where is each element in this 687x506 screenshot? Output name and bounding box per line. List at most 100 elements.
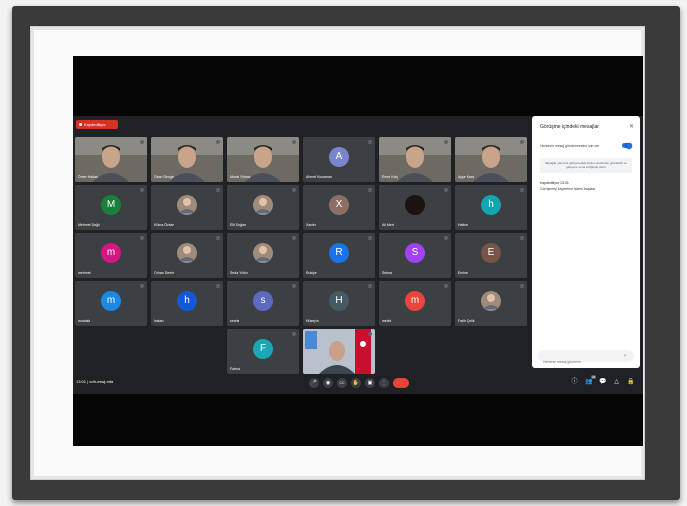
mic-off-icon	[292, 236, 296, 240]
mic-off-icon	[520, 188, 524, 192]
mic-off-icon	[444, 236, 448, 240]
participant-tile[interactable]: m mehmet	[75, 233, 147, 278]
participant-name: Elif Doğan	[230, 223, 247, 227]
present-icon[interactable]: ▣	[365, 378, 375, 388]
avatar: H	[329, 291, 349, 311]
participant-tile[interactable]: F Fatma	[227, 329, 299, 374]
mic-off-icon	[520, 140, 524, 144]
participant-tile[interactable]: Murat Yılmaz	[227, 137, 299, 182]
participant-tile[interactable]: Ayşe Kara	[455, 137, 527, 182]
participant-name: Kübra Özkan	[154, 223, 175, 227]
avatar: m	[101, 243, 121, 263]
mic-off-icon	[368, 236, 372, 240]
participant-tile[interactable]: Emre Kılıç	[379, 137, 451, 182]
participant-tile[interactable]: h hakan	[151, 281, 223, 326]
mic-off-icon	[368, 332, 372, 336]
participant-name: Selma	[382, 271, 392, 275]
participant-name: Rukiye	[306, 271, 317, 275]
mic-off-icon	[520, 236, 524, 240]
mic-off-icon	[444, 140, 448, 144]
activities-icon[interactable]: △	[613, 379, 620, 386]
participant-tile[interactable]: R Rukiye	[303, 233, 375, 278]
participant-tile[interactable]: s sevda	[227, 281, 299, 326]
avatar: s	[253, 291, 273, 311]
raise-hand-icon[interactable]: ✋	[351, 378, 361, 388]
info-icon[interactable]: ⓘ	[571, 379, 578, 386]
participant-name: Fatih Çelik	[458, 319, 475, 323]
participant-tile[interactable]: H Hüseyin	[303, 281, 375, 326]
mic-off-icon	[216, 140, 220, 144]
participant-name: mehmet	[78, 271, 91, 275]
mic-off-icon	[444, 188, 448, 192]
avatar: E	[481, 243, 501, 263]
mic-off-icon	[292, 284, 296, 288]
participant-tile[interactable]	[303, 329, 375, 374]
mic-off-icon	[216, 236, 220, 240]
participant-tile[interactable]: X Xavier	[303, 185, 375, 230]
people-icon[interactable]: 👥	[585, 379, 592, 386]
mic-off-icon	[140, 140, 144, 144]
avatar: m	[405, 291, 425, 311]
participant-tile[interactable]: M Mehmet Dağlı	[75, 185, 147, 230]
hang-up-button[interactable]	[393, 378, 409, 388]
participant-tile[interactable]: Ali Mert	[379, 185, 451, 230]
participant-name: sevda	[230, 319, 240, 323]
send-icon[interactable]: ➤	[623, 353, 629, 359]
mic-off-icon	[292, 332, 296, 336]
participant-tile[interactable]: Seda Yıldız	[227, 233, 299, 278]
video-feed	[303, 329, 375, 374]
participant-tile[interactable]: Orhan Demir	[151, 233, 223, 278]
participant-tile[interactable]: A Ahmet Kocaman	[303, 137, 375, 182]
participant-name: hakan	[154, 319, 164, 323]
avatar: S	[405, 243, 425, 263]
avatar: M	[101, 195, 121, 215]
participant-name: Ozan Gezgin	[154, 175, 175, 179]
participant-tile[interactable]: Elif Doğan	[227, 185, 299, 230]
camera-icon[interactable]: ◉	[323, 378, 333, 388]
participant-name: Fatma	[230, 367, 240, 371]
participant-tile[interactable]: h Hatice	[455, 185, 527, 230]
mic-off-icon	[292, 140, 296, 144]
participant-tile[interactable]: m melek	[379, 281, 451, 326]
participant-tile[interactable]: Ozan Gezgin	[151, 137, 223, 182]
avatar: A	[329, 147, 349, 167]
avatar: X	[329, 195, 349, 215]
captions-icon[interactable]: CC	[337, 378, 347, 388]
participant-tile[interactable]: m mustafa	[75, 281, 147, 326]
people-count-badge: 26	[591, 375, 597, 379]
chat-info: Mesajlar yalnızca görüşmedeki kişiler ta…	[540, 158, 632, 173]
chat-title: Görüşme içindeki mesajlar	[540, 124, 599, 130]
close-icon[interactable]: ✕	[629, 123, 634, 130]
participant-tile[interactable]: S Selma	[379, 233, 451, 278]
bottom-bar: 13:01 | odh-eswj-mfa 🎤 ◉ CC ✋ ▣ ⋮ ⓘ 👥 26…	[73, 374, 643, 392]
participant-tile[interactable]: Ömer Hakan	[75, 137, 147, 182]
chat-icon[interactable]: 💬	[599, 379, 606, 386]
participant-name: Ahmet Kocaman	[306, 175, 332, 179]
participant-name: Seda Yıldız	[230, 271, 248, 275]
avatar: h	[481, 195, 501, 215]
mic-off-icon	[216, 284, 220, 288]
allow-messages-toggle[interactable]	[622, 142, 632, 149]
record-icon	[79, 123, 82, 127]
participant-name: Murat Yılmaz	[230, 175, 251, 179]
chat-input[interactable]	[538, 355, 625, 369]
lock-icon[interactable]: 🔒	[627, 379, 634, 386]
more-options-icon[interactable]: ⋮	[379, 378, 389, 388]
participant-name: Ömer Hakan	[78, 175, 98, 179]
participant-name: Ayşe Kara	[458, 175, 475, 179]
mic-off-icon	[368, 284, 372, 288]
avatar: F	[253, 339, 273, 359]
avatar: R	[329, 243, 349, 263]
participant-tile[interactable]: E Emine	[455, 233, 527, 278]
mic-off-icon	[140, 236, 144, 240]
participant-tile[interactable]: Kübra Özkan	[151, 185, 223, 230]
message-text: Görüşmeyi kaydetme işlemi başladı	[540, 187, 596, 191]
mic-off-icon	[444, 284, 448, 288]
participant-tile[interactable]: Fatih Çelik	[455, 281, 527, 326]
participant-name: mustafa	[78, 319, 91, 323]
allow-messages-label: Herkesin mesaj göndermesine izin ver	[540, 144, 600, 148]
mic-icon[interactable]: 🎤	[309, 378, 319, 388]
mic-off-icon	[140, 284, 144, 288]
mic-off-icon	[368, 140, 372, 144]
mic-off-icon	[140, 188, 144, 192]
